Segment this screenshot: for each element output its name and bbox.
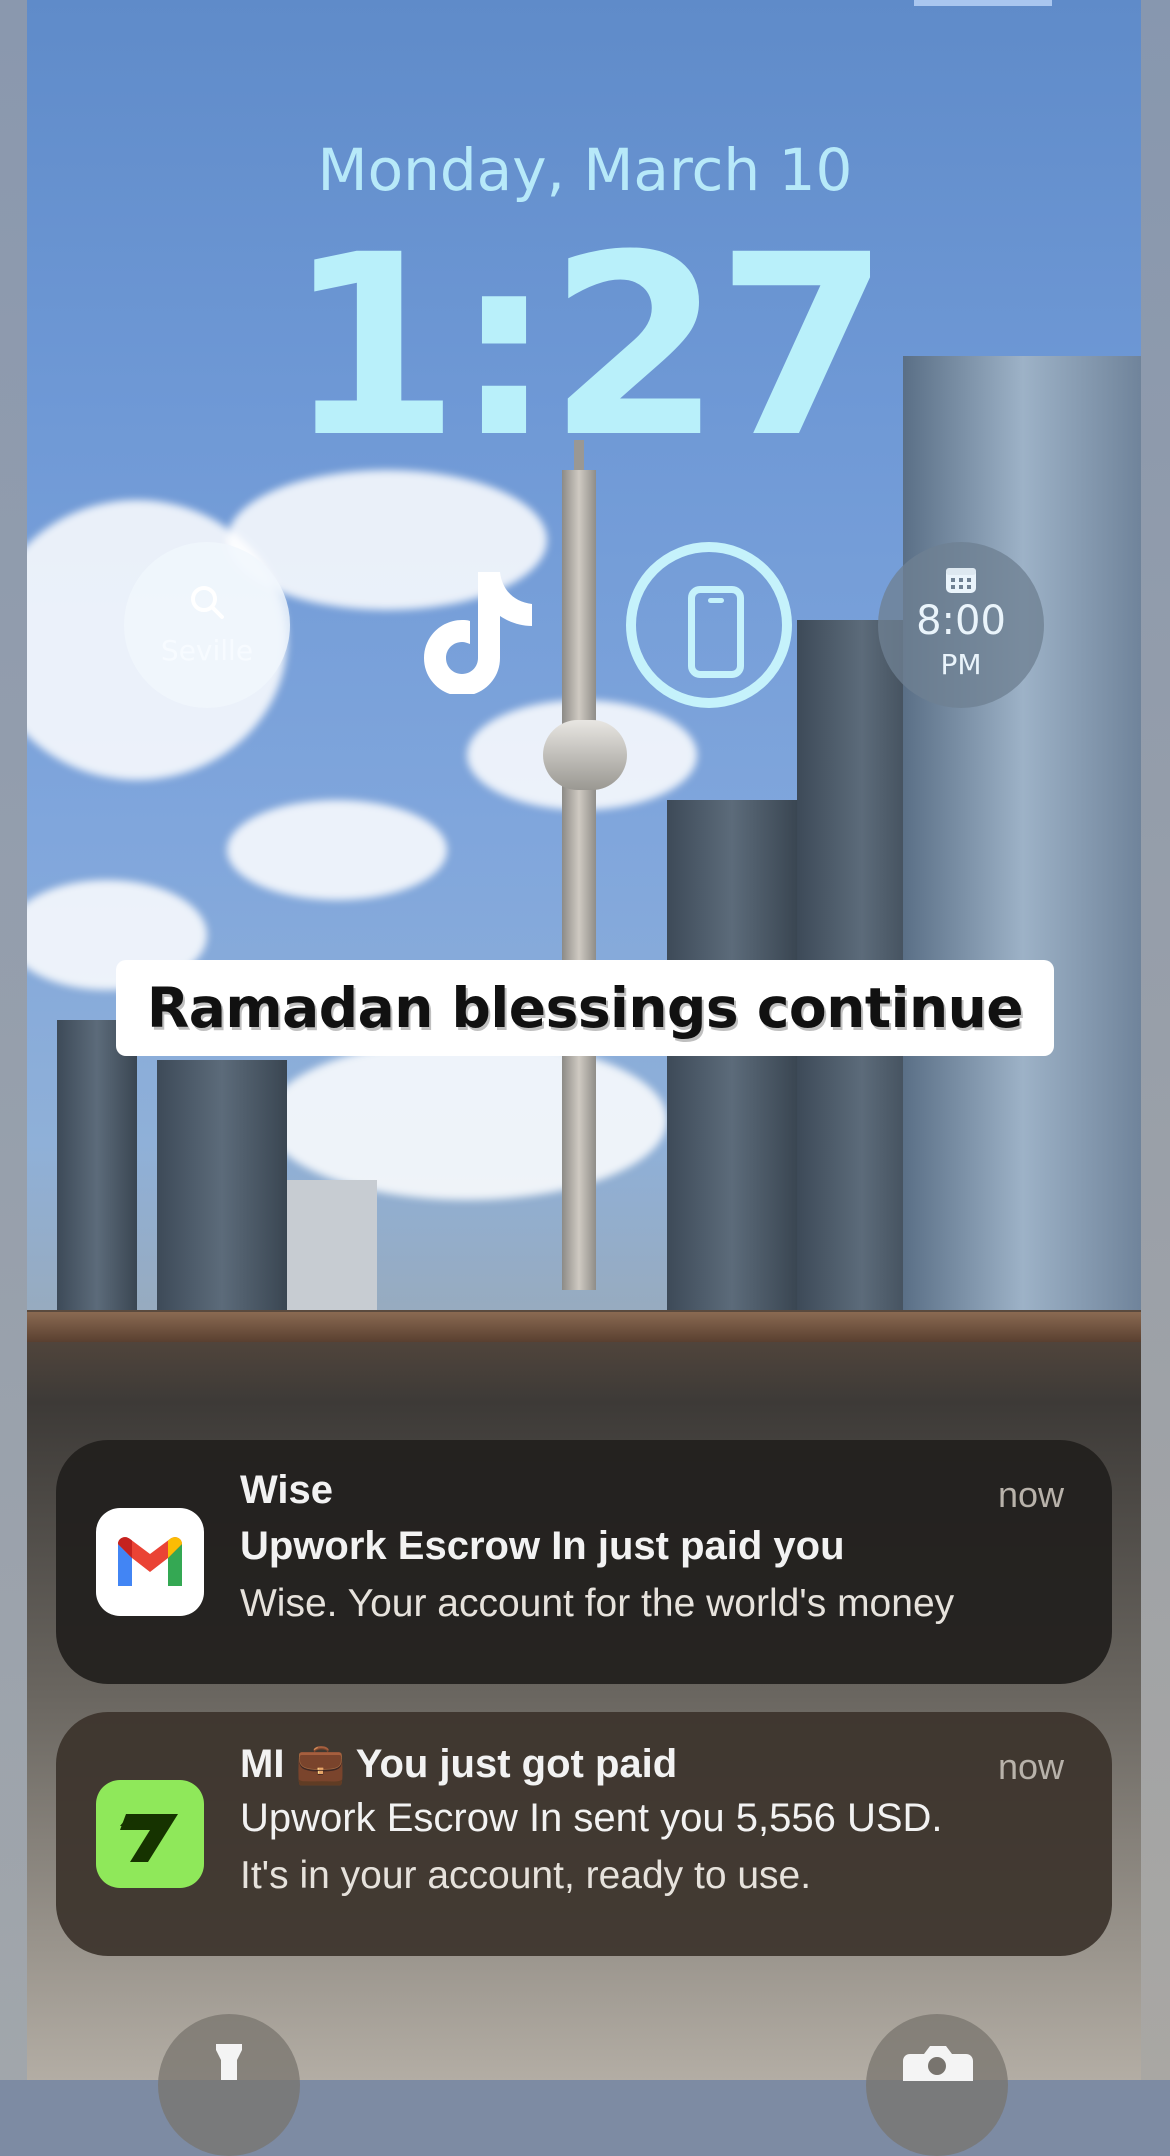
cloud <box>267 1040 667 1200</box>
tiktok-icon <box>424 572 532 694</box>
calendar-icon <box>946 568 976 593</box>
notification-title: MI 💼 You just got paid <box>240 1742 678 1786</box>
notification-card[interactable]: MI 💼 You just got paid now Upwork Escrow… <box>56 1712 1112 1956</box>
building <box>667 800 797 1320</box>
search-icon <box>191 586 224 619</box>
notification-timestamp: now <box>997 1474 1064 1515</box>
weather-widget[interactable]: Seville <box>124 542 290 708</box>
notification-card[interactable]: Wise now Upwork Escrow In just paid you … <box>56 1440 1112 1684</box>
building <box>157 1060 287 1320</box>
battery-widget[interactable] <box>626 542 792 708</box>
notification-subject: Upwork Escrow In just paid you <box>240 1524 845 1568</box>
notification-body-line: Upwork Escrow In sent you 5,556 USD. <box>240 1796 943 1840</box>
flashlight-button[interactable] <box>158 2014 300 2156</box>
weather-location-label: Seville <box>160 634 254 667</box>
camera-icon <box>903 2046 973 2081</box>
lock-date: Monday, March 10 <box>317 136 853 204</box>
tiktok-widget[interactable] <box>392 542 558 708</box>
building <box>287 1180 377 1320</box>
cloud <box>227 800 447 900</box>
railing <box>27 1312 1141 1342</box>
alarm-time: 8:00 <box>916 598 1006 644</box>
wise-icon <box>96 1780 204 1888</box>
ground <box>27 1310 1141 2080</box>
notification-title: Wise <box>240 1468 334 1512</box>
top-indicator <box>914 0 1052 6</box>
notification-timestamp: now <box>997 1746 1064 1787</box>
gmail-icon <box>96 1508 204 1616</box>
ramadan-banner: Ramadan blessings continue <box>116 960 1054 1056</box>
cn-tower <box>562 470 596 1290</box>
notification-body: Wise. Your account for the world's money <box>240 1582 955 1625</box>
flashlight-icon <box>216 2044 242 2080</box>
alarm-widget[interactable]: 8:00 PM <box>878 542 1044 708</box>
tower-pod <box>543 720 627 790</box>
camera-button[interactable] <box>866 2014 1008 2156</box>
lock-time: 1:27 <box>286 201 890 492</box>
alarm-ampm: PM <box>940 648 982 681</box>
phone-battery-icon <box>688 586 744 678</box>
building <box>57 1020 137 1320</box>
building <box>903 356 1141 1316</box>
notification-body-line: It's in your account, ready to use. <box>240 1854 812 1897</box>
